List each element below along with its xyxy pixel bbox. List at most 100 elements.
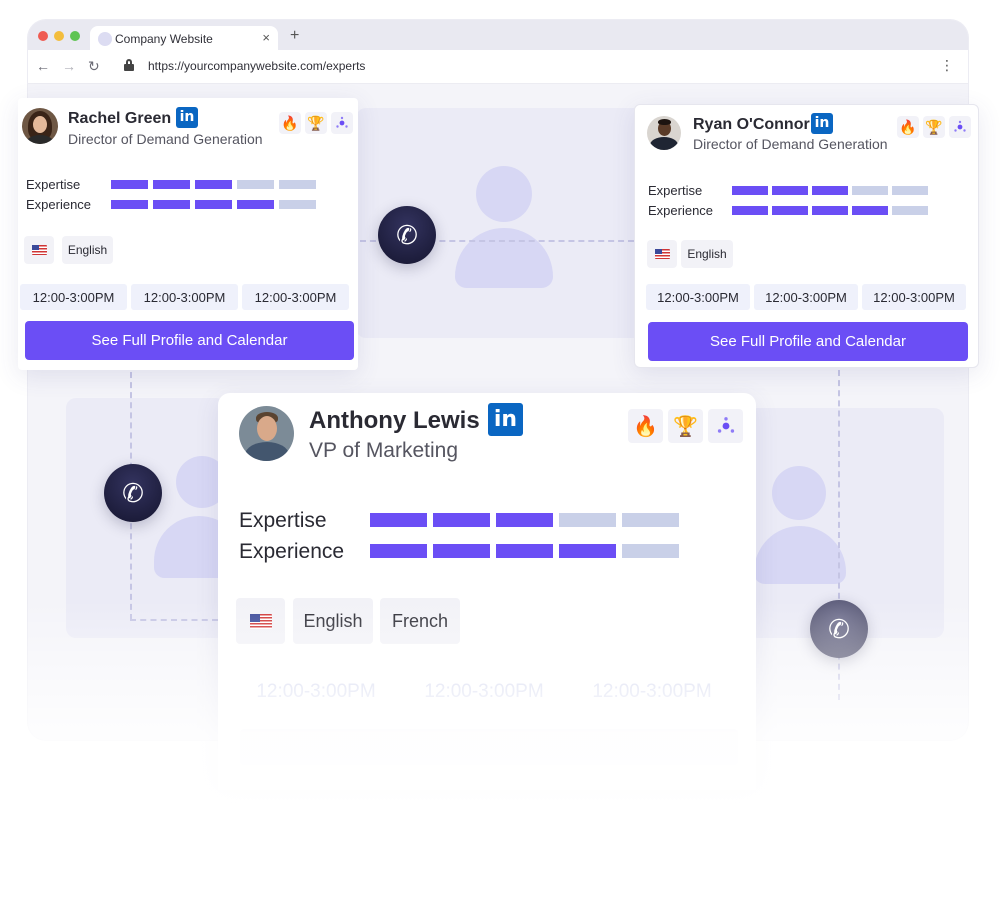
- time-slot[interactable]: 12:00-3:00PM: [572, 677, 732, 707]
- expert-role: VP of Marketing: [309, 439, 459, 462]
- rating-segment: [195, 180, 232, 189]
- rating-segment: [772, 186, 808, 195]
- time-slot[interactable]: 12:00-3:00PM: [862, 284, 966, 310]
- back-arrow-icon[interactable]: ←: [36, 58, 50, 74]
- lock-icon: [124, 59, 134, 71]
- expert-card: Rachel Green in Director of Demand Gener…: [18, 98, 358, 370]
- trophy-icon: 🏆: [673, 415, 698, 438]
- flag-chip: [236, 598, 285, 644]
- experience-rating-bar: [732, 206, 928, 215]
- hot-badge: 🔥: [628, 409, 663, 443]
- favicon-icon: [98, 32, 112, 46]
- time-slot[interactable]: 12:00-3:00PM: [754, 284, 858, 310]
- avatar: [647, 116, 681, 150]
- rating-segment: [237, 180, 274, 189]
- experience-rating-bar: [370, 544, 679, 558]
- rating-segment: [279, 180, 316, 189]
- rating-segment: [622, 544, 679, 558]
- metric-label: Experience: [26, 197, 92, 212]
- url-field[interactable]: https://yourcompanywebsite.com/experts: [148, 59, 365, 73]
- rating-segment: [732, 186, 768, 195]
- see-full-profile-button[interactable]: See Full Profile and Calendar: [648, 322, 968, 361]
- rating-segment: [496, 513, 553, 527]
- person-silhouette-icon: [154, 456, 244, 578]
- forward-arrow-icon[interactable]: →: [62, 58, 76, 74]
- network-icon: [336, 116, 348, 128]
- linkedin-icon[interactable]: in: [811, 113, 833, 134]
- phone-call-button[interactable]: ✆: [378, 206, 436, 264]
- time-slot[interactable]: 12:00-3:00PM: [236, 677, 396, 707]
- hot-badge: 🔥: [897, 116, 919, 138]
- new-tab-button[interactable]: +: [290, 27, 299, 45]
- rating-segment: [370, 513, 427, 527]
- language-chip: English: [681, 240, 733, 268]
- tab-title: Company Website: [115, 32, 213, 46]
- phone-call-button[interactable]: ✆: [104, 464, 162, 522]
- avatar: [22, 108, 58, 144]
- metric-label: Experience: [239, 540, 345, 563]
- network-badge: [708, 409, 743, 443]
- linkedin-icon[interactable]: in: [176, 107, 198, 128]
- see-full-profile-button[interactable]: [240, 729, 738, 765]
- maximize-window-button[interactable]: [70, 31, 80, 41]
- rating-segment: [237, 200, 274, 209]
- trophy-icon: 🏆: [307, 114, 325, 131]
- expert-role: Director of Demand Generation: [68, 131, 263, 147]
- network-icon: [954, 120, 966, 132]
- expert-role: Director of Demand Generation: [693, 136, 888, 152]
- metric-label: Expertise: [239, 509, 327, 532]
- tab-bar: Company Website × +: [28, 20, 968, 50]
- rating-segment: [812, 206, 848, 215]
- flame-icon: 🔥: [633, 415, 658, 438]
- award-badge: 🏆: [923, 116, 945, 138]
- time-slot[interactable]: 12:00-3:00PM: [404, 677, 564, 707]
- rating-segment: [812, 186, 848, 195]
- flag-chip: [647, 240, 677, 268]
- expert-name: Rachel Green: [68, 110, 172, 127]
- more-menu-icon[interactable]: ⋮: [940, 57, 954, 74]
- see-full-profile-button[interactable]: See Full Profile and Calendar: [25, 321, 354, 360]
- us-flag-icon: [31, 245, 47, 255]
- rating-segment: [892, 206, 928, 215]
- minimize-window-button[interactable]: [54, 31, 64, 41]
- rating-segment: [496, 544, 553, 558]
- us-flag-icon: [654, 249, 670, 259]
- tab-company-website[interactable]: Company Website ×: [90, 26, 278, 50]
- metric-label: Expertise: [648, 183, 703, 198]
- time-slot[interactable]: 12:00-3:00PM: [20, 284, 127, 310]
- phone-call-button[interactable]: ✆: [810, 600, 868, 658]
- experience-rating-bar: [111, 200, 316, 209]
- person-silhouette-icon: [752, 466, 848, 584]
- flag-chip: [24, 236, 54, 264]
- language-chip: French: [380, 598, 460, 644]
- rating-segment: [195, 200, 232, 209]
- rating-segment: [111, 180, 148, 189]
- rating-segment: [153, 180, 190, 189]
- rating-segment: [279, 200, 316, 209]
- rating-segment: [892, 186, 928, 195]
- rating-segment: [732, 206, 768, 215]
- time-slot[interactable]: 12:00-3:00PM: [131, 284, 238, 310]
- rating-segment: [370, 544, 427, 558]
- rating-segment: [772, 206, 808, 215]
- network-icon: [717, 417, 734, 433]
- close-window-button[interactable]: [38, 31, 48, 41]
- time-slot[interactable]: 12:00-3:00PM: [242, 284, 349, 310]
- linkedin-icon[interactable]: in: [488, 403, 523, 436]
- rating-segment: [111, 200, 148, 209]
- phone-icon: ✆: [828, 613, 850, 644]
- language-chip: English: [293, 598, 373, 644]
- phone-icon: ✆: [122, 477, 144, 508]
- metric-label: Expertise: [26, 177, 81, 192]
- person-silhouette-icon: [455, 166, 553, 288]
- award-badge: 🏆: [668, 409, 703, 443]
- close-tab-icon[interactable]: ×: [262, 30, 270, 45]
- time-slot[interactable]: 12:00-3:00PM: [646, 284, 750, 310]
- reload-icon[interactable]: ↻: [88, 58, 100, 75]
- expertise-rating-bar: [111, 180, 316, 189]
- rating-segment: [852, 186, 888, 195]
- network-badge: [331, 112, 353, 134]
- metric-label: Experience: [648, 203, 714, 218]
- expert-name: Anthony Lewis: [309, 407, 480, 434]
- flame-icon: 🔥: [281, 114, 299, 131]
